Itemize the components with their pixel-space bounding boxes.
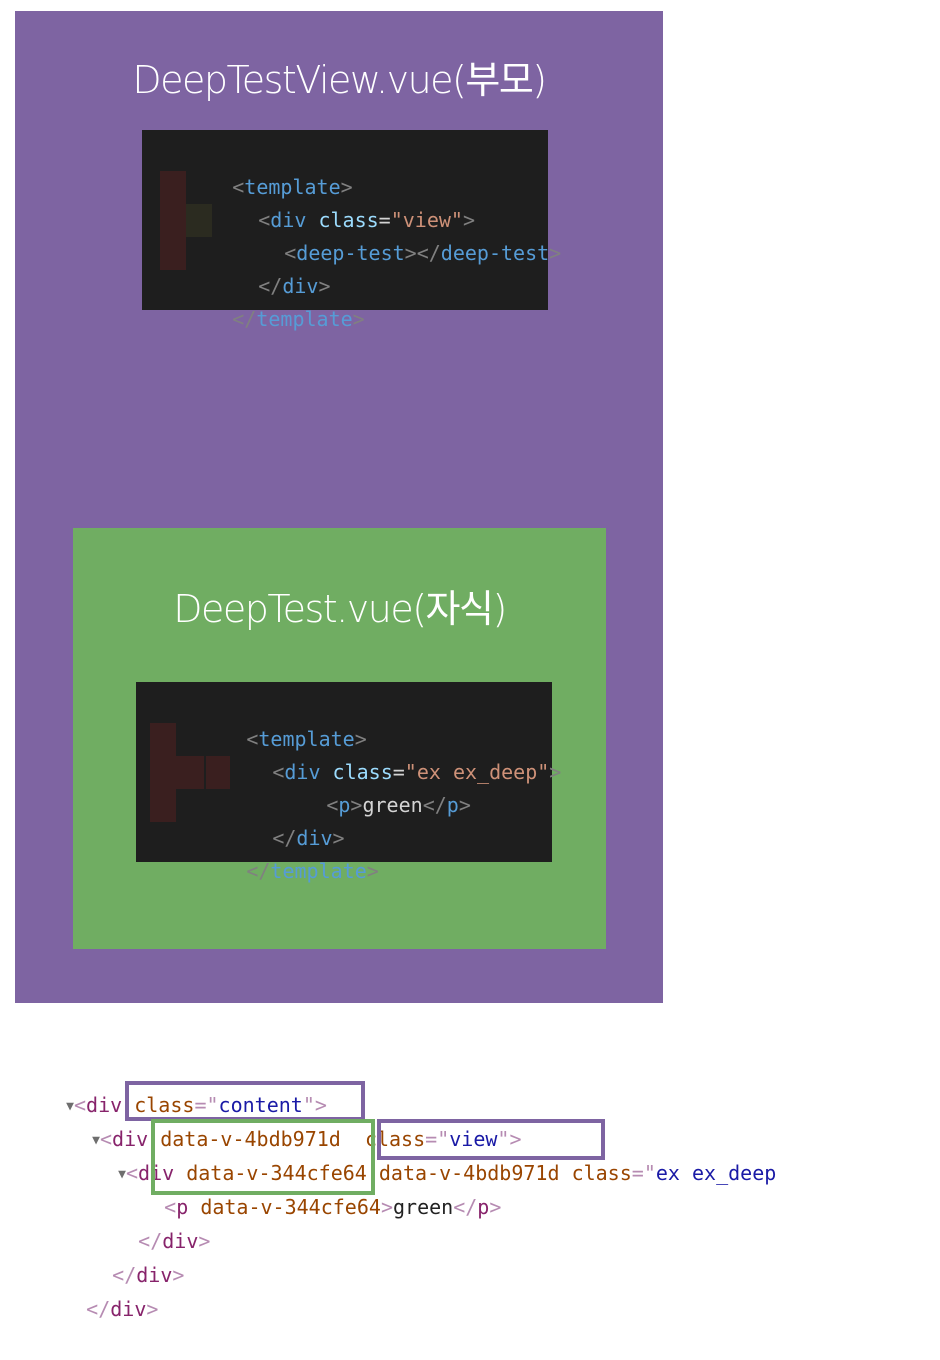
devtools-dom-tree: ▼<div class="content"> ▼<div data-v-4bdb…: [0, 1050, 940, 1321]
code-line: <template>: [232, 175, 353, 199]
dom-close-div: </div>: [112, 1263, 185, 1287]
code-line: <deep-test></deep-test>: [284, 241, 562, 265]
child-code-block: <template> <div class="ex ex_deep"> <p>g…: [136, 682, 561, 883]
parent-scope-highlight: [377, 1119, 605, 1160]
code-line: <template>: [246, 727, 367, 751]
child-title: DeepTest.vue(자식): [173, 587, 507, 631]
code-line: <div class="view">: [258, 208, 476, 232]
code-line: </div>: [258, 274, 331, 298]
code-line: </template>: [246, 859, 379, 883]
code-line: </template>: [232, 307, 365, 331]
child-scope-highlight: [151, 1119, 375, 1195]
parent-scope-highlight: [125, 1081, 365, 1121]
child-component-box: DeepTest.vue(자식) <template> <div class="…: [73, 528, 606, 949]
parent-title: DeepTestView.vue(부모): [132, 58, 547, 102]
code-line: </div>: [272, 826, 345, 850]
dom-close-div: </div>: [86, 1297, 159, 1321]
parent-code-block: <template> <div class="view"> <deep-test…: [142, 130, 561, 331]
dom-close-div: </div>: [138, 1229, 211, 1253]
code-line: <div class="ex ex_deep">: [272, 760, 562, 784]
parent-component-box: DeepTestView.vue(부모) <template> <div cla…: [15, 11, 663, 1003]
code-line: <p>green</p>: [326, 793, 471, 817]
